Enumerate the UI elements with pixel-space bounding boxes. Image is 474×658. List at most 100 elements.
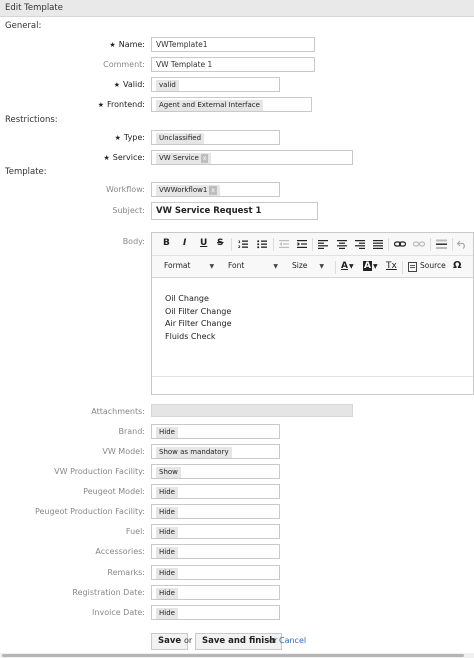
toolbar-divider: [273, 238, 274, 251]
clear-format-button[interactable]: Tx: [386, 261, 397, 271]
attachments-label: Attachments:: [91, 407, 145, 416]
editor-toolbar-row1: B I U S 12: [152, 233, 473, 256]
type-value: Unclassified: [156, 133, 205, 144]
chevron-down-icon: ▼: [209, 263, 215, 270]
registration-date-select[interactable]: Hide: [151, 585, 280, 600]
peugeot-production-facility-select[interactable]: Hide: [151, 504, 280, 519]
select-value: Hide: [156, 507, 178, 518]
align-left-icon[interactable]: [318, 239, 328, 249]
text-color-button[interactable]: A: [341, 261, 348, 271]
dynamic-field-label: Fuel:: [125, 527, 145, 536]
unlink-icon[interactable]: [413, 239, 425, 249]
outdent-icon[interactable]: [279, 239, 289, 249]
remarks-select[interactable]: Hide: [151, 565, 280, 580]
select-value: Hide: [156, 588, 178, 599]
toolbar-divider: [231, 238, 232, 251]
undo-icon[interactable]: [457, 239, 467, 249]
required-star-icon: ★: [97, 101, 104, 109]
select-value: Hide: [156, 608, 178, 619]
valid-select[interactable]: valid: [151, 77, 280, 92]
select-value: Hide: [156, 527, 178, 538]
type-select[interactable]: Unclassified: [151, 130, 280, 145]
fuel-select[interactable]: Hide: [151, 524, 280, 539]
content-line: Oil Filter Change: [165, 306, 232, 316]
indent-icon[interactable]: [297, 239, 307, 249]
font-dropdown[interactable]: Font ▼: [228, 261, 278, 270]
dynamic-field-label: Registration Date:: [72, 588, 145, 597]
valid-label: ★ Valid:: [113, 80, 145, 89]
brand-select[interactable]: Hide: [151, 424, 280, 439]
source-button[interactable]: Source: [420, 261, 446, 270]
link-icon[interactable]: [394, 239, 406, 249]
underline-button[interactable]: U: [200, 238, 207, 248]
vw-production-facility-select[interactable]: Show: [151, 464, 280, 479]
toolbar-divider: [312, 238, 313, 251]
horizontal-line-icon[interactable]: [436, 239, 447, 249]
frontend-label: ★ Frontend:: [97, 100, 145, 109]
required-star-icon: ★: [113, 81, 121, 89]
vw-model-select[interactable]: Show as mandatory: [151, 444, 280, 459]
editor-toolbar-row2: Format ▼ Font ▼ Size ▼ A ▼ A ▼ Tx Source Ω: [152, 256, 473, 278]
align-right-icon[interactable]: [355, 239, 365, 249]
background-color-button[interactable]: A: [363, 261, 372, 271]
name-label: ★ Name:: [109, 40, 145, 49]
bullet-list-icon[interactable]: [257, 239, 267, 249]
dynamic-field-label: Accessories:: [95, 547, 145, 556]
subject-field[interactable]: VW Service Request 1: [151, 202, 318, 220]
service-select[interactable]: VW Service x: [151, 150, 353, 165]
name-field[interactable]: VWTemplate1: [151, 37, 315, 52]
content-line: Fluids Check: [165, 331, 216, 341]
numbered-list-icon[interactable]: 12: [238, 239, 248, 249]
source-icon[interactable]: [408, 262, 418, 272]
type-label: ★ Type:: [114, 133, 145, 142]
chevron-down-icon: ▼: [319, 263, 325, 270]
size-dropdown[interactable]: Size ▼: [292, 261, 324, 270]
scrollbar-thumb[interactable]: [2, 654, 464, 657]
frontend-value: Agent and External Interface: [156, 100, 263, 111]
select-value: Hide: [156, 568, 178, 579]
dynamic-field-label: Invoice Date:: [92, 608, 145, 617]
dynamic-field-label: Brand:: [118, 427, 145, 436]
or-text: or: [269, 636, 278, 645]
remove-service-icon[interactable]: x: [200, 154, 209, 163]
valid-value: valid: [156, 80, 179, 91]
bold-button[interactable]: B: [163, 238, 170, 248]
strikethrough-button[interactable]: S: [217, 238, 223, 248]
italic-button[interactable]: I: [183, 238, 186, 248]
background-color-arrow-icon[interactable]: ▼: [373, 263, 378, 270]
dynamic-field-label: Remarks:: [107, 568, 145, 577]
body-editor[interactable]: B I U S 12 Format ▼ Font ▼ Size ▼ A ▼ A ▼ T…: [151, 232, 474, 395]
align-justify-icon[interactable]: [373, 239, 383, 249]
svg-text:1: 1: [238, 240, 241, 244]
comment-label: Comment:: [103, 60, 145, 69]
peugeot-model-select[interactable]: Hide: [151, 484, 280, 499]
select-value: Show as mandatory: [156, 447, 232, 458]
section-general: General:: [5, 21, 42, 31]
special-char-button[interactable]: Ω: [453, 260, 462, 271]
text-color-arrow-icon[interactable]: ▼: [349, 263, 354, 270]
save-button[interactable]: Save: [151, 633, 189, 650]
select-value: Hide: [156, 487, 178, 498]
select-value: Show: [156, 467, 181, 478]
required-star-icon: ★: [103, 154, 110, 162]
format-dropdown[interactable]: Format ▼: [164, 261, 214, 270]
remove-workflow-icon[interactable]: x: [209, 186, 217, 195]
select-value: Hide: [156, 427, 178, 438]
page-title: Edit Template: [5, 3, 63, 13]
invoice-date-select[interactable]: Hide: [151, 605, 280, 620]
required-star-icon: ★: [109, 41, 116, 49]
dynamic-field-label: Peugeot Model:: [83, 487, 145, 496]
horizontal-scrollbar[interactable]: [0, 653, 474, 658]
align-center-icon[interactable]: [337, 239, 347, 249]
cancel-link[interactable]: Cancel: [279, 636, 306, 645]
content-line: Air Filter Change: [165, 319, 232, 328]
service-token: VW Service x: [156, 153, 212, 164]
editor-content[interactable]: Oil Change Oil Filter Change Air Filter …: [165, 293, 232, 343]
editor-statusbar: [152, 376, 473, 394]
workflow-select[interactable]: VWWorkflow1 x: [151, 182, 280, 197]
comment-field[interactable]: VW Template 1: [151, 57, 315, 72]
accessories-select[interactable]: Hide: [151, 544, 280, 559]
frontend-select[interactable]: Agent and External Interface: [151, 97, 312, 112]
attachments-upload-field[interactable]: [151, 404, 353, 417]
subject-label: Subject:: [112, 206, 145, 215]
